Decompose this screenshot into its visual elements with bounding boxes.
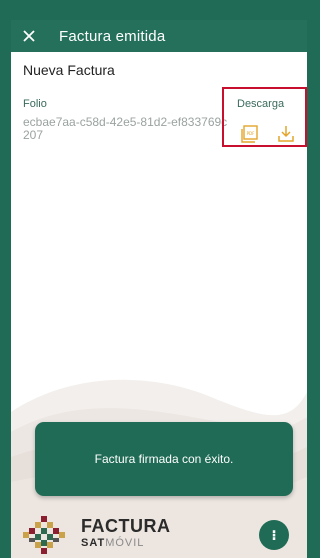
brand-title: FACTURA [81, 516, 171, 536]
app-screen: Factura emitida Nueva Factura Folio ecba… [0, 0, 307, 558]
app-bar: Factura emitida [11, 20, 307, 52]
download-icon[interactable] [276, 124, 296, 144]
success-snackbar: Factura firmada con éxito. [35, 422, 293, 496]
pdf-icon[interactable]: PDF [240, 124, 260, 144]
folio-value: ecbae7aa-c58d-42e5-81d2-ef833769c207 [23, 115, 228, 142]
brand-movil: MÓVIL [105, 537, 145, 549]
invoice-panel: Nueva Factura Folio ecbae7aa-c58d-42e5-8… [11, 52, 307, 558]
snackbar-message: Factura firmada con éxito. [94, 452, 234, 466]
page-title: Factura emitida [59, 27, 166, 45]
sat-logo-icon [23, 516, 65, 554]
svg-text:PDF: PDF [247, 131, 255, 136]
brand-subtitle: SATMÓVIL [81, 537, 144, 549]
more-options-button[interactable]: ⁝ [259, 520, 289, 550]
brand-sat: SAT [81, 537, 106, 549]
close-icon [23, 30, 35, 42]
download-label: Descarga [237, 98, 285, 110]
section-heading: Nueva Factura [23, 62, 115, 78]
folio-label: Folio [23, 98, 47, 110]
close-button[interactable] [11, 20, 47, 52]
brand-logo: FACTURA SATMÓVIL [19, 514, 199, 558]
more-vertical-icon: ⁝ [271, 526, 277, 543]
